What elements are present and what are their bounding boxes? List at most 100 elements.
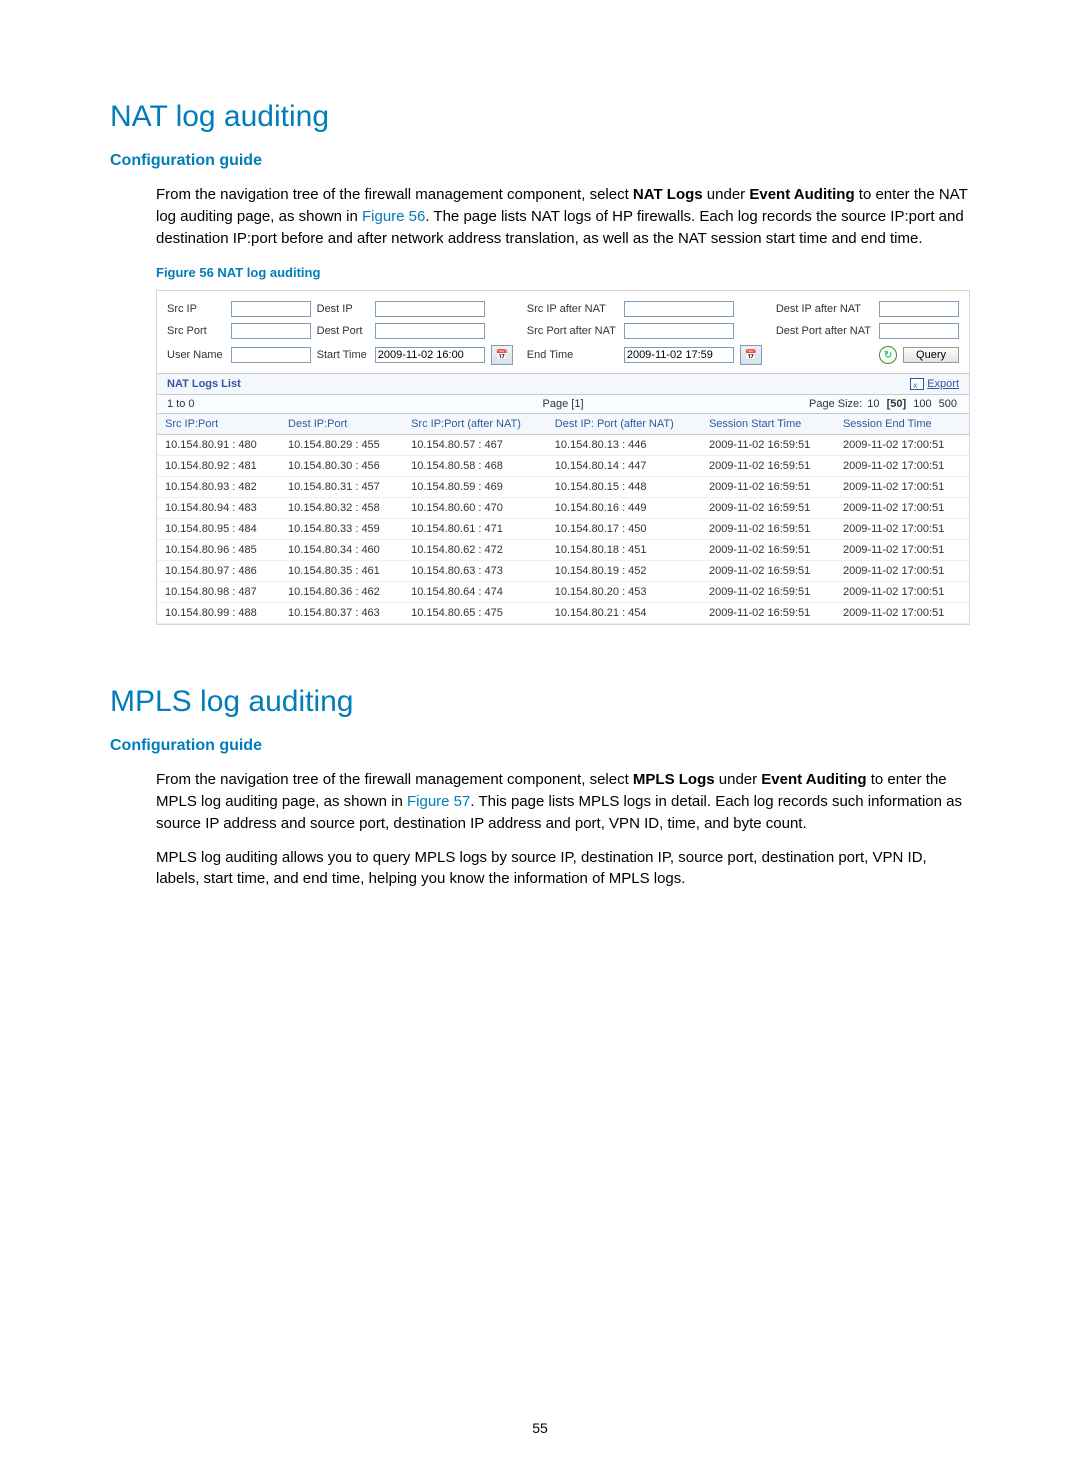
column-header[interactable]: Dest IP: Port (after NAT) (547, 414, 701, 435)
table-row: 10.154.80.99 : 48810.154.80.37 : 463 10.1… (157, 603, 969, 624)
label-src-port-after-nat: Src Port after NAT (527, 325, 618, 337)
table-cell: 10.154.80.93 : 482 (157, 477, 280, 498)
table-cell: 2009-11-02 17:00:51 (835, 603, 969, 624)
table-cell: 2009-11-02 16:59:51 (701, 477, 835, 498)
label-user-name: User Name (167, 349, 225, 361)
table-cell: 10.154.80.30 : 456 (280, 456, 403, 477)
table-row: 10.154.80.93 : 48210.154.80.31 : 45710.1… (157, 477, 969, 498)
strong-mpls-logs: MPLS Logs (633, 771, 715, 788)
table-cell: 10.154.80.32 : 458 (280, 498, 403, 519)
table-cell: 2009-11-02 16:59:51 (701, 519, 835, 540)
table-row: 10.154.80.92 : 48110.154.80.30 : 45610.1… (157, 456, 969, 477)
table-cell: 10.154.80.91 : 480 (157, 435, 280, 456)
table-row: 10.154.80.91 : 48010.154.80.29 : 45510.1… (157, 435, 969, 456)
table-cell: 10.154.80.64 : 474 (403, 582, 547, 603)
table-cell: 10.154.80.34 : 460 (280, 540, 403, 561)
export-label: Export (927, 378, 959, 390)
table-cell: 2009-11-02 16:59:51 (701, 582, 835, 603)
table-cell: 10.154.80.35 : 461 (280, 561, 403, 582)
table-cell: 10.154.80.97 : 486 (157, 561, 280, 582)
table-cell: 10.154.80.13 : 446 (547, 435, 701, 456)
strong-event-auditing: Event Auditing (761, 771, 866, 788)
table-cell: 2009-11-02 17:00:51 (835, 498, 969, 519)
column-header[interactable]: Session Start Time (701, 414, 835, 435)
input-src-port-after-nat[interactable] (624, 323, 734, 339)
table-row: 10.154.80.95 : 48410.154.80.33 : 45910.1… (157, 519, 969, 540)
label-src-ip: Src IP (167, 303, 225, 315)
input-dest-port[interactable] (375, 323, 485, 339)
text: From the navigation tree of the firewall… (156, 186, 633, 203)
input-dest-ip-after-nat[interactable] (879, 301, 959, 317)
mpls-paragraph-2: MPLS log auditing allows you to query MP… (156, 847, 970, 891)
label-src-ip-after-nat: Src IP after NAT (527, 303, 618, 315)
table-cell: 10.154.80.15 : 448 (547, 477, 701, 498)
text: under (703, 186, 750, 203)
page-number: 55 (0, 1420, 1080, 1436)
nat-paragraph: From the navigation tree of the firewall… (156, 184, 970, 249)
mpls-paragraph-1: From the navigation tree of the firewall… (156, 769, 970, 834)
table-cell: 10.154.80.19 : 452 (547, 561, 701, 582)
figure-57-link[interactable]: Figure 57 (407, 793, 470, 810)
table-cell: 10.154.80.16 : 449 (547, 498, 701, 519)
table-cell: 10.154.80.94 : 483 (157, 498, 280, 519)
input-src-ip-after-nat[interactable] (624, 301, 734, 317)
column-header[interactable]: Session End Time (835, 414, 969, 435)
table-cell: 10.154.80.62 : 472 (403, 540, 547, 561)
query-button[interactable]: Query (903, 347, 959, 363)
column-header[interactable]: Dest IP:Port (280, 414, 403, 435)
table-cell: 2009-11-02 16:59:51 (701, 498, 835, 519)
table-row: 10.154.80.94 : 48310.154.80.32 : 45810.1… (157, 498, 969, 519)
calendar-icon[interactable]: 📅 (491, 345, 513, 365)
table-cell: 10.154.80.98 : 487 (157, 582, 280, 603)
table-cell: 10.154.80.21 : 454 (547, 603, 701, 624)
table-cell: 2009-11-02 16:59:51 (701, 540, 835, 561)
table-cell: 10.154.80.17 : 450 (547, 519, 701, 540)
figure-56-caption: Figure 56 NAT log auditing (156, 265, 970, 280)
table-cell: 2009-11-02 17:00:51 (835, 435, 969, 456)
table-cell: 2009-11-02 17:00:51 (835, 519, 969, 540)
table-cell: 10.154.80.60 : 470 (403, 498, 547, 519)
table-row: 10.154.80.98 : 48710.154.80.36 : 46210.1… (157, 582, 969, 603)
table-cell: 2009-11-02 17:00:51 (835, 582, 969, 603)
table-cell: 2009-11-02 17:00:51 (835, 540, 969, 561)
input-start-time[interactable] (375, 347, 485, 363)
table-cell: 10.154.80.61 : 471 (403, 519, 547, 540)
table-cell: 2009-11-02 16:59:51 (701, 603, 835, 624)
table-cell: 2009-11-02 17:00:51 (835, 477, 969, 498)
input-user-name[interactable] (231, 347, 311, 363)
input-src-port[interactable] (231, 323, 311, 339)
nat-config-guide-heading: Configuration guide (110, 152, 970, 170)
column-header[interactable]: Src IP:Port (after NAT) (403, 414, 547, 435)
strong-event-auditing: Event Auditing (749, 186, 854, 203)
export-link[interactable]: x Export (910, 378, 959, 390)
table-cell: 10.154.80.99 : 488 (157, 603, 280, 624)
column-header[interactable]: Src IP:Port (157, 414, 280, 435)
table-cell: 10.154.80.18 : 451 (547, 540, 701, 561)
export-icon: x (910, 378, 924, 390)
table-cell: 10.154.80.33 : 459 (280, 519, 403, 540)
table-cell: 2009-11-02 16:59:51 (701, 435, 835, 456)
mpls-config-guide-heading: Configuration guide (110, 737, 970, 755)
nat-logs-table: Src IP:PortDest IP:PortSrc IP:Port (afte… (157, 414, 969, 624)
input-dest-port-after-nat[interactable] (879, 323, 959, 339)
table-cell: 10.154.80.63 : 473 (403, 561, 547, 582)
table-cell: 2009-11-02 17:00:51 (835, 561, 969, 582)
table-row: 10.154.80.96 : 48510.154.80.34 : 46010.1… (157, 540, 969, 561)
input-src-ip[interactable] (231, 301, 311, 317)
figure-56-link[interactable]: Figure 56 (362, 208, 425, 225)
input-end-time[interactable] (624, 347, 734, 363)
calendar-icon[interactable]: 📅 (740, 345, 762, 365)
table-cell: 10.154.80.58 : 468 (403, 456, 547, 477)
table-cell: 10.154.80.57 : 467 (403, 435, 547, 456)
table-cell: 10.154.80.96 : 485 (157, 540, 280, 561)
table-cell: 10.154.80.37 : 463 (280, 603, 403, 624)
text: under (715, 771, 762, 788)
mpls-title: MPLS log auditing (110, 685, 970, 719)
table-row: 10.154.80.97 : 48610.154.80.35 : 46110.1… (157, 561, 969, 582)
label-src-port: Src Port (167, 325, 225, 337)
refresh-icon[interactable]: ↻ (879, 346, 897, 364)
label-end-time: End Time (527, 349, 618, 361)
nat-logs-list-label: NAT Logs List (167, 378, 241, 390)
input-dest-ip[interactable] (375, 301, 485, 317)
table-cell: 10.154.80.59 : 469 (403, 477, 547, 498)
